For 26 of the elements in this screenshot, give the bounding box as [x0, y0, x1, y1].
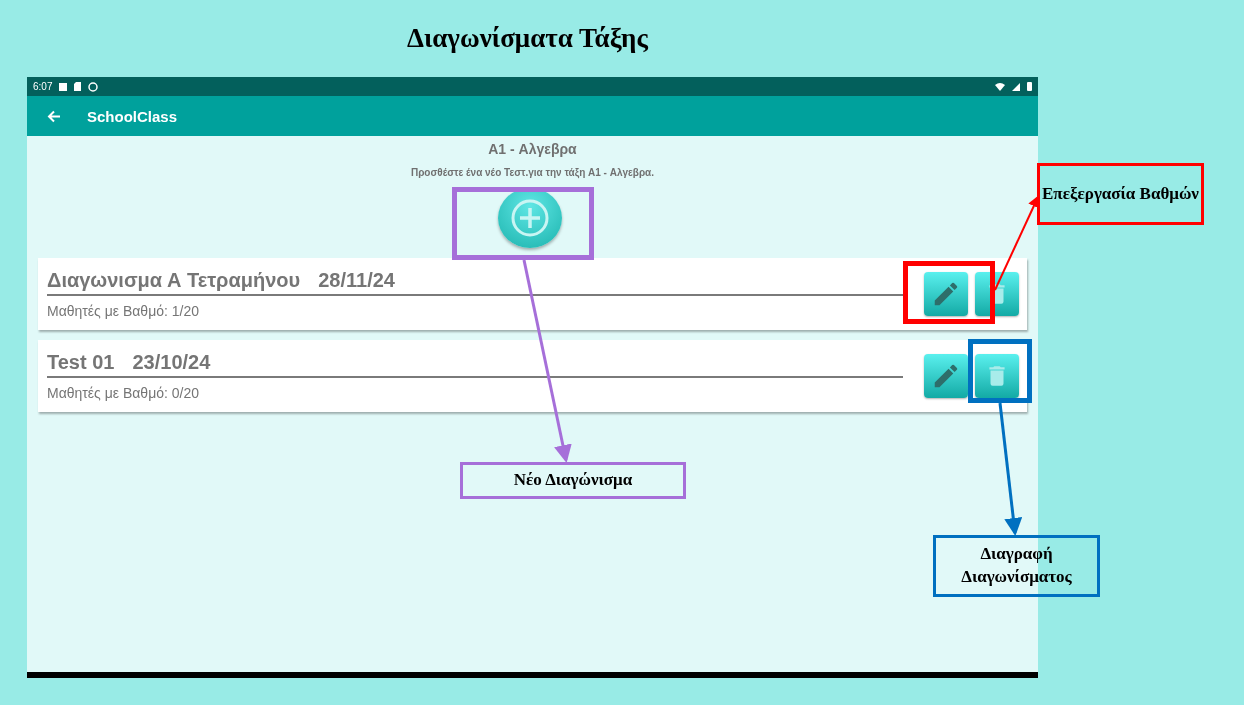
callout-label: Διαγραφή Διαγωνίσματος [933, 535, 1100, 597]
back-arrow-icon [47, 109, 61, 123]
status-time: 6:07 [33, 81, 53, 92]
sync-icon [88, 81, 99, 92]
class-title: A1 - Αλγεβρα [487, 141, 578, 157]
notification-icon [59, 82, 68, 91]
slide-title: Διαγωνίσματα Τάξης [407, 23, 648, 54]
graded-count: Μαθητές με Βαθμό: 1/20 [47, 303, 201, 319]
edit-grades-button[interactable] [924, 354, 968, 398]
delete-button[interactable] [975, 354, 1019, 398]
edit-grades-button[interactable] [924, 272, 968, 316]
back-button[interactable] [47, 109, 61, 123]
add-hint: Προσθέστε ένα νέο Τεστ.για την τάξη A1 - Αλγεβρα. [409, 167, 656, 178]
app-title: SchoolClass [87, 107, 178, 125]
callout-label: Νέο Διαγώνισμα [460, 462, 686, 499]
signal-icon [1012, 82, 1020, 91]
plus-circle-icon [509, 198, 550, 238]
test-name: Διαγωνισμα Α Τετραμήνου [47, 269, 301, 292]
battery-icon [1027, 82, 1032, 91]
callout-label: Επεξεργασία Βαθμών [1037, 163, 1204, 225]
wifi-icon [995, 82, 1005, 91]
test-date: 23/10/24 [132, 351, 211, 374]
test-name: Test 01 [47, 351, 115, 374]
sd-card-icon [74, 82, 82, 91]
test-date: 28/11/24 [318, 269, 395, 292]
graded-count: Μαθητές με Βαθμό: 0/20 [47, 385, 201, 401]
